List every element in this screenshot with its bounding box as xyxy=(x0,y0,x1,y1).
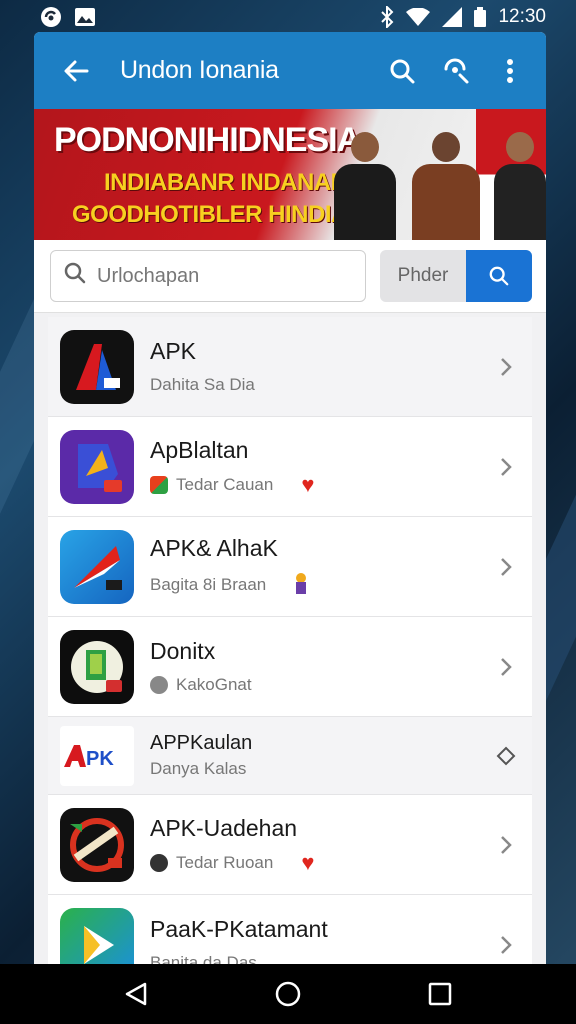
banner-line-2: GOODHOTIBLER HINDIAN xyxy=(72,201,365,228)
circle-stamp-icon xyxy=(60,807,134,882)
filter-dropdown[interactable]: Phder xyxy=(380,250,466,302)
home-icon[interactable] xyxy=(264,970,312,1018)
ribbon-icon xyxy=(294,572,308,599)
heart-icon[interactable]: ♥ xyxy=(301,852,314,874)
list-item[interactable]: APK& AlhaK Bagita 8i Braan xyxy=(48,517,532,617)
search-placeholder: Urlochapan xyxy=(97,264,200,287)
app-name: ApBlaltan xyxy=(150,437,249,463)
promo-banner[interactable]: PODNONIHIDNESIA INDIABANR INDANANI GOODH… xyxy=(34,109,546,240)
image-icon xyxy=(74,7,96,27)
filter-control: Phder xyxy=(380,250,532,302)
banner-person-3 xyxy=(494,132,546,240)
app-subtitle: Tedar Cauan xyxy=(176,475,274,494)
heart-icon[interactable]: ♥ xyxy=(301,474,314,496)
voice-search-icon[interactable] xyxy=(434,49,478,93)
list-item[interactable]: APK-Uadehan Tedar Ruoan ♥ xyxy=(48,795,532,895)
chevron-right-icon xyxy=(494,557,518,577)
recents-icon[interactable] xyxy=(416,970,464,1018)
app-name: APPKaulan xyxy=(150,732,253,754)
purple-apk-icon xyxy=(60,429,134,504)
app-subtitle: Tedar Ruoan xyxy=(176,853,274,872)
app-name: Donitx xyxy=(150,638,216,664)
chevron-right-icon xyxy=(494,457,518,477)
search-input[interactable]: Urlochapan xyxy=(50,250,366,302)
chevron-right-icon xyxy=(494,657,518,677)
user-icon xyxy=(150,854,168,872)
search-row: Urlochapan Phder xyxy=(34,240,546,313)
chevron-right-icon xyxy=(494,935,518,955)
list-item[interactable]: Donitx KakoGnat xyxy=(48,617,532,717)
app-subtitle: Danya Kalas xyxy=(150,759,247,778)
svg-text:PK: PK xyxy=(86,748,114,770)
category-icon xyxy=(150,476,168,494)
app-name: PaaK-PKatamant xyxy=(150,916,328,942)
app-name: APK& AlhaK xyxy=(150,534,278,561)
app-name: APK xyxy=(150,338,197,364)
user-icon xyxy=(150,676,168,694)
more-options-icon[interactable] xyxy=(488,49,532,93)
search-icon xyxy=(63,261,87,291)
list-item[interactable]: APK Dahita Sa Dia xyxy=(48,317,532,417)
chevron-right-icon xyxy=(494,835,518,855)
app-subtitle: KakoGnat xyxy=(176,675,252,694)
status-bar: 12:30 xyxy=(0,0,576,34)
system-nav-bar xyxy=(0,964,576,1024)
search-icon xyxy=(489,266,509,286)
blue-kite-icon xyxy=(60,529,134,604)
banner-person-2 xyxy=(412,132,480,240)
apk-logo-icon: PK xyxy=(60,725,134,786)
search-icon[interactable] xyxy=(380,49,424,93)
banner-line-1: INDIABANR INDANANI xyxy=(104,169,354,196)
app-name: APK-Uadehan xyxy=(150,815,298,841)
diamond-icon xyxy=(494,746,518,766)
banner-headline: PODNONIHIDNESIA xyxy=(54,121,361,159)
wifi-icon xyxy=(406,8,431,26)
sync-icon xyxy=(40,6,62,28)
apk-red-a-icon xyxy=(60,329,134,404)
list-item[interactable]: PK APPKaulan Danya Kalas xyxy=(48,717,532,795)
search-button[interactable] xyxy=(466,250,532,302)
battery-icon xyxy=(474,7,487,27)
back-icon[interactable] xyxy=(112,970,160,1018)
signal-icon xyxy=(442,7,463,27)
app-subtitle: Bagita 8i Braan xyxy=(150,575,267,594)
play-store-icon xyxy=(60,907,134,968)
app-title: Undon Ionania xyxy=(120,56,279,84)
green-doc-icon xyxy=(60,629,134,704)
list-item[interactable]: PaaK-PKatamant Banita da Das xyxy=(48,895,532,968)
app-subtitle: Dahita Sa Dia xyxy=(150,375,255,394)
app-bar: Undon Ionania xyxy=(34,32,546,109)
clock: 12:30 xyxy=(498,6,546,27)
app-list: APK Dahita Sa Dia ApBlaltan Tedar Cauan … xyxy=(34,313,546,968)
app-window: Undon Ionania PODNONIHIDNESIA INDIABANR … xyxy=(34,32,546,968)
back-arrow-icon[interactable] xyxy=(54,49,98,93)
chevron-right-icon xyxy=(494,357,518,377)
bluetooth-icon xyxy=(380,6,394,28)
banner-person-1 xyxy=(334,132,396,240)
list-item[interactable]: ApBlaltan Tedar Cauan ♥ xyxy=(48,417,532,517)
